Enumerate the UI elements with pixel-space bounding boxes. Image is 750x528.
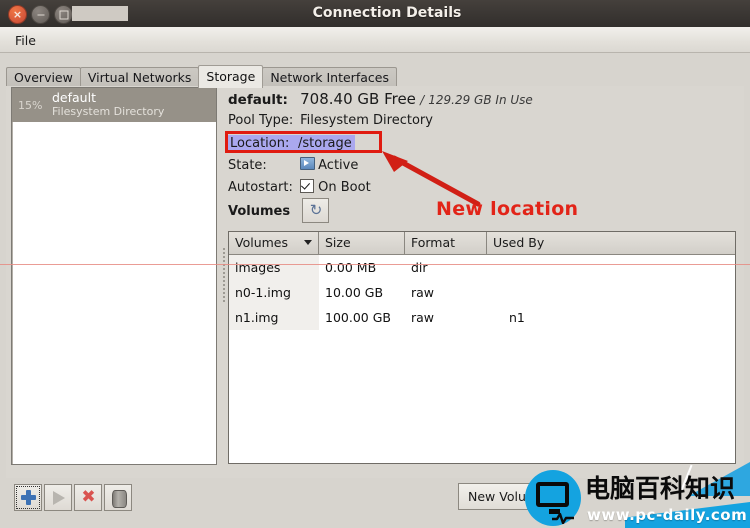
list-item[interactable]: 15% default Filesystem Directory [12, 88, 216, 122]
watermark-brand: 电脑百科知识 [585, 474, 736, 503]
pool-type: Filesystem Directory [52, 104, 165, 118]
monitor-icon [536, 482, 574, 524]
annotation-label: New location [436, 198, 579, 220]
cell-volume-size: 0.00 MB [325, 260, 377, 275]
cell-volume-format: dir [411, 260, 428, 275]
column-header-format[interactable]: Format [405, 232, 487, 254]
volumes-table[interactable]: Volumes Size Format Used By images 0.00 … [228, 231, 736, 464]
scan-line-artifact [0, 264, 750, 265]
column-header-used-by[interactable]: Used By [487, 232, 735, 254]
pool-type-label: Pool Type: [228, 113, 294, 128]
plus-icon [21, 490, 36, 505]
stop-pool-button[interactable] [104, 484, 132, 511]
cell-volume-format: raw [411, 285, 435, 300]
connection-details-window: × Connection Details File Overview Virtu… [0, 0, 750, 528]
state-label: State: [228, 158, 267, 173]
cell-volume-name: images [229, 255, 319, 280]
start-pool-button[interactable] [44, 484, 72, 511]
capacity-used: 129.29 GB In Use [428, 93, 533, 107]
storage-tab-content: 15% default Filesystem Directory default… [6, 86, 744, 478]
pool-state-row: State: Active [228, 157, 358, 173]
pool-type-value: Filesystem Directory [300, 113, 433, 128]
cylinder-icon [112, 490, 127, 508]
pool-usage-percent: 15% [18, 98, 43, 112]
window-title: Connection Details [312, 5, 462, 21]
pane-splitter-handle[interactable] [220, 246, 228, 316]
pool-name: default [52, 90, 96, 106]
volumes-heading: Volumes [228, 204, 291, 219]
pulse-icon [552, 512, 574, 524]
autostart-value: On Boot [318, 180, 371, 195]
autostart-checkbox[interactable] [300, 179, 315, 193]
detail-name-label: default: [228, 92, 288, 108]
menu-item-file[interactable]: File [10, 32, 41, 49]
capacity-separator: / [420, 93, 425, 107]
column-header-volumes-label: Volumes [235, 235, 289, 250]
state-value: Active [318, 158, 359, 173]
active-state-icon [300, 157, 316, 170]
cell-volume-used-by [487, 280, 735, 305]
watermark: 电脑百科知识 www.pc-daily.com [525, 462, 750, 528]
autostart-label: Autostart: [228, 180, 293, 195]
refresh-volumes-button[interactable]: ↻ [302, 198, 329, 223]
pool-type-row: Pool Type: Filesystem Directory [228, 113, 433, 128]
table-header-row: Volumes Size Format Used By [229, 232, 735, 255]
annotation-location-box [225, 131, 382, 153]
cell-volume-used-by: n1 [509, 310, 525, 325]
tab-strip: Overview Virtual Networks Storage Networ… [0, 54, 750, 88]
play-icon [53, 491, 65, 505]
watermark-url: www.pc-daily.com [587, 506, 748, 524]
cell-volume-size: 100.00 GB [325, 310, 391, 325]
add-pool-button[interactable] [14, 484, 42, 511]
storage-pool-list[interactable]: 15% default Filesystem Directory [11, 87, 217, 465]
delete-x-icon: ✖ [81, 487, 96, 507]
cell-volume-format: raw [411, 310, 435, 325]
cell-volume-name: n0-1.img [229, 280, 319, 305]
cell-volume-name: n1.img [229, 305, 319, 330]
cell-volume-size: 10.00 GB [325, 285, 384, 300]
title-bar: × Connection Details [0, 0, 750, 28]
table-row[interactable]: images 0.00 MB dir [229, 255, 735, 280]
tab-network-interfaces[interactable]: Network Interfaces [262, 67, 397, 88]
tab-virtual-networks[interactable]: Virtual Networks [79, 67, 200, 88]
sort-caret-icon [304, 240, 312, 245]
tab-overview[interactable]: Overview [6, 67, 81, 88]
table-row[interactable]: n0-1.img 10.00 GB raw [229, 280, 735, 305]
column-header-size[interactable]: Size [319, 232, 405, 254]
pool-detail-pane: default: 708.40 GB Free / 129.29 GB In U… [225, 86, 738, 466]
capacity-free: 708.40 GB Free [300, 90, 416, 108]
pool-autostart-row: Autostart: On Boot [228, 179, 371, 195]
pool-capacity-row: default: 708.40 GB Free / 129.29 GB In U… [228, 90, 533, 108]
refresh-icon: ↻ [309, 201, 323, 219]
tab-storage[interactable]: Storage [198, 65, 264, 88]
table-row[interactable]: n1.img 100.00 GB raw n1 [229, 305, 735, 330]
cell-volume-used-by [487, 255, 735, 280]
column-header-volumes[interactable]: Volumes [229, 232, 319, 254]
menu-bar: File [0, 27, 750, 53]
delete-pool-button[interactable]: ✖ [74, 484, 102, 511]
